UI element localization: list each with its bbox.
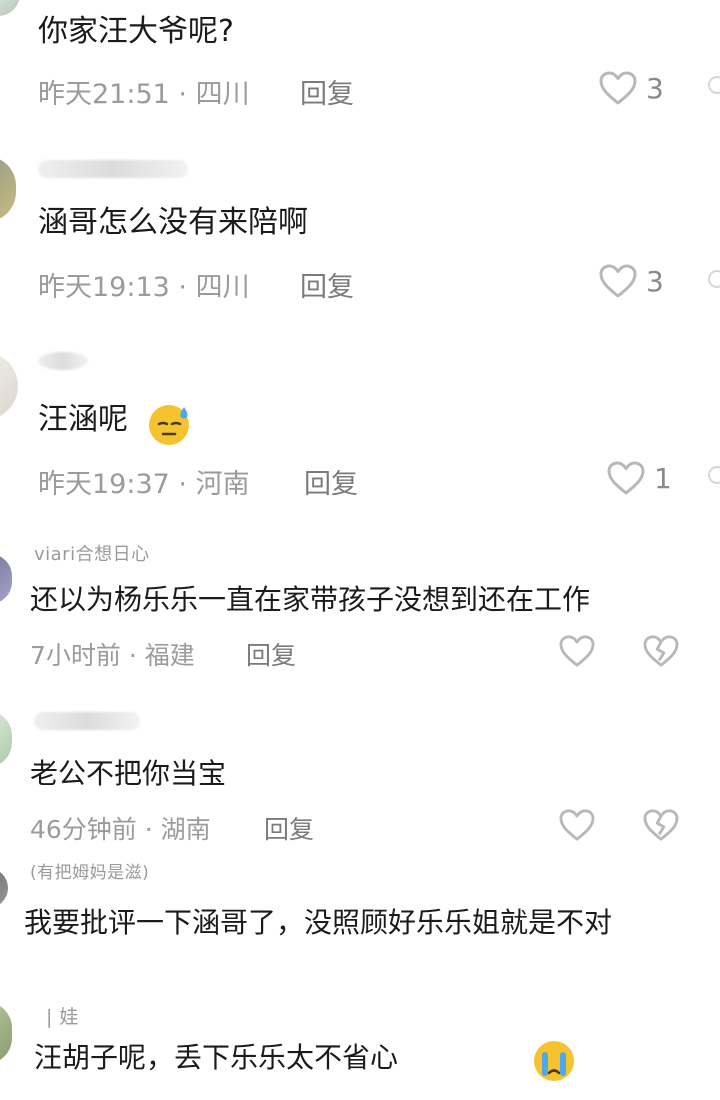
- comment-location: 四川: [195, 79, 250, 110]
- username: viari合想日心: [34, 544, 150, 565]
- edge-marker: [708, 76, 720, 94]
- comment-list: 你家汪大爷呢? 昨天21:51 · 四川 回复 3 涵哥怎么没有来陪啊 昨天19…: [0, 0, 720, 1100]
- meta-separator: ·: [178, 272, 196, 303]
- avatar[interactable]: [0, 156, 16, 222]
- comment-text: 汪涵呢: [38, 402, 128, 437]
- comment-meta: 昨天19:13 · 四川: [38, 265, 250, 304]
- reply-button[interactable]: 回复: [300, 72, 354, 111]
- avatar[interactable]: [0, 352, 18, 420]
- like-count: 3: [646, 71, 664, 105]
- comment-meta: 昨天19:37 · 河南: [38, 462, 250, 501]
- comment-time: 46分钟前: [30, 815, 137, 844]
- sweat-emoji-icon: [149, 405, 189, 445]
- reply-button[interactable]: 回复: [246, 636, 296, 672]
- comment-text: 老公不把你当宝: [30, 757, 227, 790]
- meta-separator: ·: [178, 79, 196, 110]
- comment-location: 四川: [195, 272, 250, 303]
- comment-text: 汪胡子呢，丢下乐乐太不省心: [34, 1041, 399, 1074]
- like-count: 1: [654, 461, 672, 495]
- comment-text: 我要批评一下涵哥了，没照顾好乐乐姐就是不对: [24, 906, 613, 939]
- username: (有把姆妈是滋): [30, 863, 150, 883]
- like-button[interactable]: 1: [606, 460, 672, 496]
- avatar[interactable]: [0, 554, 12, 604]
- comment-meta: 46分钟前 · 湖南: [30, 810, 211, 846]
- reply-button[interactable]: 回复: [264, 810, 314, 846]
- avatar[interactable]: [0, 0, 20, 16]
- reply-button[interactable]: 回复: [304, 462, 358, 501]
- username: [38, 160, 188, 178]
- like-button[interactable]: 3: [598, 263, 664, 299]
- comment-location: 福建: [144, 641, 195, 670]
- heart-icon: [599, 71, 637, 105]
- avatar[interactable]: [0, 1002, 12, 1064]
- comment-location: 湖南: [160, 815, 211, 844]
- username: | 娃: [46, 1006, 79, 1028]
- comment-text: 你家汪大爷呢?: [38, 14, 234, 49]
- avatar[interactable]: [0, 868, 8, 908]
- like-count: 3: [646, 264, 664, 298]
- comment-meta: 昨天21:51 · 四川: [38, 72, 250, 111]
- comment-text: 还以为杨乐乐一直在家带孩子没想到还在工作: [30, 583, 591, 616]
- edge-marker: [708, 466, 720, 484]
- heart-icon: [599, 264, 637, 298]
- comment-time: 7小时前: [30, 641, 121, 670]
- username: [38, 352, 88, 370]
- comment-time: 昨天19:37: [38, 469, 170, 500]
- username: [34, 712, 140, 730]
- meta-separator: ·: [178, 469, 196, 500]
- broken-heart-icon[interactable]: [642, 634, 680, 668]
- broken-heart-icon[interactable]: [642, 808, 680, 842]
- like-button[interactable]: 3: [598, 70, 664, 106]
- edge-marker: [708, 270, 720, 288]
- heart-icon[interactable]: [558, 634, 596, 668]
- comment-time: 昨天19:13: [38, 272, 170, 303]
- crying-emoji-icon: [534, 1041, 574, 1081]
- comment-meta: 7小时前 · 福建: [30, 636, 195, 672]
- heart-icon[interactable]: [558, 808, 596, 842]
- comment-location: 河南: [195, 469, 250, 500]
- comment-text: 涵哥怎么没有来陪啊: [38, 205, 308, 240]
- avatar[interactable]: [0, 710, 12, 768]
- meta-separator: ·: [144, 815, 161, 844]
- comment-time: 昨天21:51: [38, 79, 170, 110]
- meta-separator: ·: [128, 641, 145, 670]
- reply-button[interactable]: 回复: [300, 265, 354, 304]
- heart-icon: [607, 461, 645, 495]
